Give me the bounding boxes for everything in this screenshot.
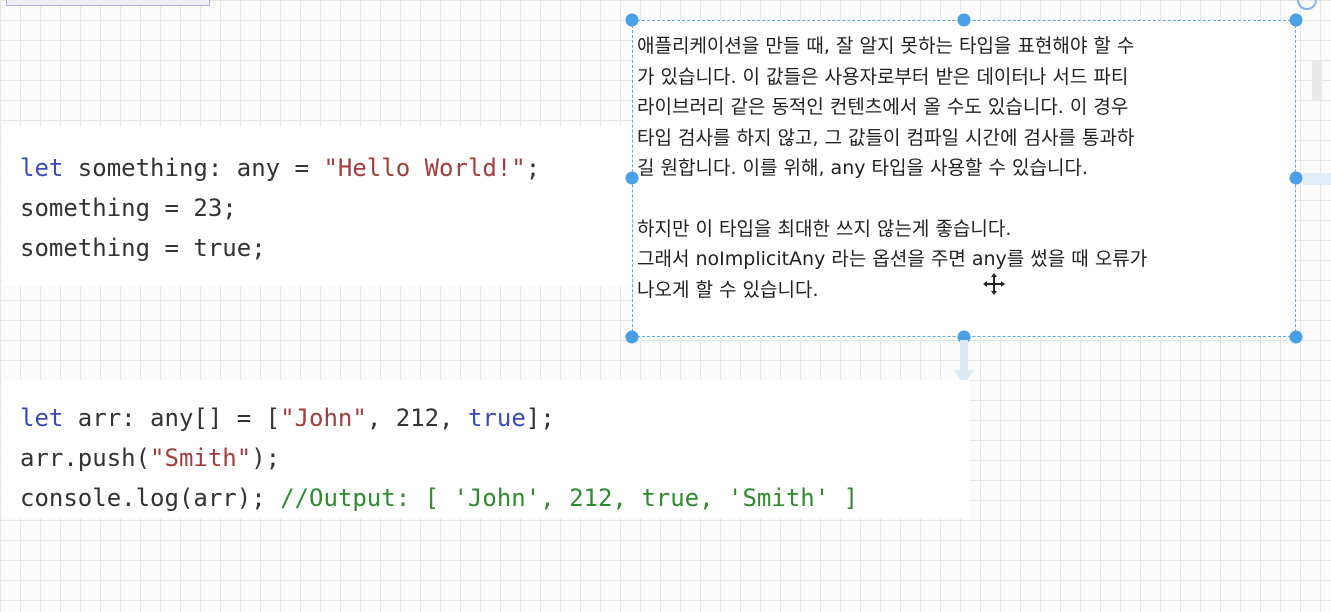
code-token-plain: arr: any[] = [ [63,404,281,432]
resize-handle-bottom-left[interactable] [625,330,639,344]
code-line: arr.push("Smith"); [20,438,970,478]
code-token-kw: let [20,154,64,182]
note-paragraph-1: 애플리케이션을 만들 때, 잘 알지 못하는 타입을 표현해야 할 수 가 있습… [637,31,1287,184]
note-line: 가 있습니다. 이 값들은 사용자로부터 받은 데이터나 서드 파티 [637,65,1129,88]
code-block-any-array[interactable]: let arr: any[] = ["John", 212, true]; arr… [2,380,970,518]
code-line: let something: any = "Hello World!"; [20,148,632,188]
code-line: let arr: any[] = ["John", 212, true]; [20,398,970,438]
resize-handle-top-right[interactable] [1289,13,1303,27]
canvas-shape-top[interactable] [6,0,210,6]
note-line: 라이브러리 같은 동적인 컨텐츠에서 올 수도 있습니다. 이 경우 [637,96,1129,118]
code-token-plain: something: any = [63,154,324,182]
code-token-bool: true [467,404,526,432]
code-token-plain: something = true; [20,234,266,262]
code-line: console.log(arr); //Output: [ 'John', 21… [20,478,970,518]
code-token-plain: , 212, [366,404,468,432]
code-token-plain: ; [525,154,541,182]
resize-handle-bottom-right[interactable] [1289,330,1303,344]
code-token-str: "John" [280,404,367,432]
resize-handle-top-left[interactable] [625,13,639,27]
connector-right-stub [1303,173,1331,185]
code-token-plain: ]; [525,404,555,432]
note-line: 애플리케이션을 만들 때, 잘 알지 못하는 타입을 표현해야 할 수 [637,35,1135,57]
code-block-any-variable[interactable]: let something: any = "Hello World!"; some… [2,126,632,286]
note-line: 그래서 noImplicitAny 라는 옵션을 주면 any를 썼을 때 오류… [637,248,1148,270]
code-token-str: "Hello World!" [323,154,526,182]
move-cursor-icon [983,273,1005,295]
connector-loop-icon [1297,0,1317,10]
code-token-cmt: //Output: [ 'John', 212, true, 'Smith' ] [280,484,859,512]
note-line: 타입 검사를 하지 않고, 그 값들이 컴파일 시간에 검사를 통과하 [637,126,1135,149]
code-token-plain: ); [251,444,281,472]
resize-handle-top[interactable] [957,13,971,27]
note-line: 하지만 이 타입을 최대한 쓰지 않는게 좋습니다. [637,217,1012,240]
resize-handle-left[interactable] [625,171,639,185]
side-scroll-strip [1312,60,1322,100]
code-token-plain: something = 23; [20,194,237,222]
code-token-plain: console.log(arr); [20,484,281,512]
code-token-kw: let [20,404,64,432]
code-token-str: "Smith" [150,444,252,472]
code-token-plain: arr.push( [20,444,151,472]
note-line: 길 원합니다. 이를 위해, any 타입을 사용할 수 있습니다. [637,157,1088,179]
code-line: something = true; [20,228,632,268]
resize-handle-right[interactable] [1289,171,1303,185]
note-paragraph-2: 하지만 이 타입을 최대한 쓰지 않는게 좋습니다. 그래서 noImplici… [637,214,1287,306]
note-line: 나오게 할 수 있습니다. [637,278,819,301]
code-line: something = 23; [20,188,632,228]
selected-text-box[interactable]: 애플리케이션을 만들 때, 잘 알지 못하는 타입을 표현해야 할 수 가 있습… [632,20,1296,337]
